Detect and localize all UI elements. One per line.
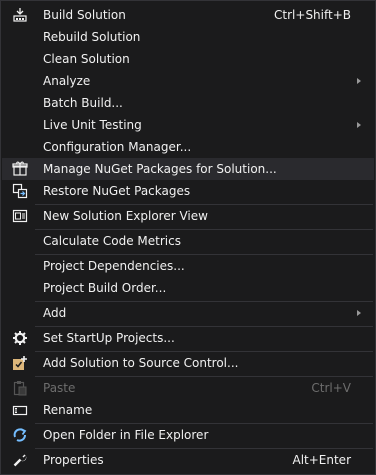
menu-item-label: Calculate Code Metrics — [43, 234, 181, 248]
menu-item-analyze[interactable]: Analyze — [2, 70, 374, 92]
rename-icon — [12, 402, 28, 418]
menu-item-configuration-manager[interactable]: Configuration Manager... — [2, 136, 374, 158]
submenu-arrow-icon — [357, 122, 361, 128]
menu-item-label: Set StartUp Projects... — [43, 331, 175, 345]
menu-item-label: Project Build Order... — [43, 281, 167, 295]
menu-item-manage-nuget-packages[interactable]: Manage NuGet Packages for Solution... — [2, 158, 374, 180]
solution-context-menu: Build Solution Ctrl+Shift+B Rebuild Solu… — [0, 0, 376, 475]
build-icon — [12, 7, 28, 23]
menu-item-calculate-code-metrics[interactable]: Calculate Code Metrics — [2, 230, 374, 252]
menu-item-label: Build Solution — [43, 8, 126, 22]
menu-item-build-solution[interactable]: Build Solution Ctrl+Shift+B — [2, 4, 374, 26]
submenu-arrow-icon — [357, 78, 361, 84]
menu-item-rename[interactable]: Rename — [2, 399, 374, 421]
menu-item-label: Add Solution to Source Control... — [43, 356, 239, 370]
solution-explorer-view-icon — [12, 208, 28, 224]
menu-item-label: Configuration Manager... — [43, 140, 192, 154]
menu-item-label: Paste — [43, 381, 76, 395]
menu-item-label: Add — [43, 306, 67, 320]
menu-item-clean-solution[interactable]: Clean Solution — [2, 48, 374, 70]
gear-icon — [12, 330, 28, 346]
wrench-icon — [12, 452, 28, 468]
menu-item-label: Analyze — [43, 74, 91, 88]
menu-item-label: New Solution Explorer View — [43, 209, 208, 223]
shortcut-text: Ctrl+V — [311, 381, 351, 395]
menu-item-restore-nuget-packages[interactable]: Restore NuGet Packages — [2, 180, 374, 202]
menu-item-label: Batch Build... — [43, 96, 123, 110]
menu-item-new-solution-explorer-view[interactable]: New Solution Explorer View — [2, 205, 374, 227]
menu-item-project-dependencies[interactable]: Project Dependencies... — [2, 255, 374, 277]
refresh-arrow-icon — [12, 427, 28, 443]
menu-item-label: Manage NuGet Packages for Solution... — [43, 162, 277, 176]
menu-item-set-startup-projects[interactable]: Set StartUp Projects... — [2, 327, 374, 349]
paste-icon — [12, 380, 28, 396]
menu-item-paste: Paste Ctrl+V — [2, 377, 374, 399]
menu-item-add[interactable]: Add — [2, 302, 374, 324]
menu-item-add-solution-to-source-control[interactable]: Add Solution to Source Control... — [2, 352, 374, 374]
menu-item-label: Rename — [43, 403, 93, 417]
menu-item-label: Project Dependencies... — [43, 259, 185, 273]
nuget-package-icon — [12, 161, 28, 177]
menu-item-properties[interactable]: Properties Alt+Enter — [2, 449, 374, 471]
menu-item-open-folder-in-file-explorer[interactable]: Open Folder in File Explorer — [2, 424, 374, 446]
menu-item-label: Restore NuGet Packages — [43, 184, 191, 198]
menu-item-label: Live Unit Testing — [43, 118, 142, 132]
restore-packages-icon — [12, 183, 28, 199]
menu-item-label: Clean Solution — [43, 52, 130, 66]
shortcut-text: Alt+Enter — [292, 453, 351, 467]
submenu-arrow-icon — [357, 310, 361, 316]
menu-item-label: Properties — [43, 453, 104, 467]
source-control-icon — [12, 355, 28, 371]
menu-item-label: Open Folder in File Explorer — [43, 428, 209, 442]
shortcut-text: Ctrl+Shift+B — [274, 8, 351, 22]
menu-item-rebuild-solution[interactable]: Rebuild Solution — [2, 26, 374, 48]
menu-item-label: Rebuild Solution — [43, 30, 141, 44]
menu-item-batch-build[interactable]: Batch Build... — [2, 92, 374, 114]
menu-item-project-build-order[interactable]: Project Build Order... — [2, 277, 374, 299]
menu-item-live-unit-testing[interactable]: Live Unit Testing — [2, 114, 374, 136]
